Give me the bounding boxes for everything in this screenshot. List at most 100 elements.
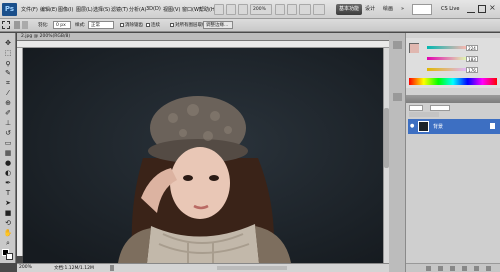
menu-file[interactable]: 文件(F) bbox=[21, 6, 38, 13]
document-tab[interactable]: 2.jpg @ 200%(RGB/8) bbox=[17, 33, 389, 41]
menu-view[interactable]: 视图(V) bbox=[163, 6, 180, 13]
workspace-more-icon[interactable]: » bbox=[398, 4, 407, 15]
status-arrow-icon[interactable] bbox=[110, 265, 114, 271]
history-panel-icon[interactable] bbox=[393, 41, 402, 49]
red-slider[interactable] bbox=[427, 46, 467, 49]
hand-tool-button[interactable] bbox=[275, 4, 285, 15]
workspace-design[interactable]: 设计 bbox=[362, 4, 378, 15]
contiguous-checkbox[interactable]: 连续 bbox=[146, 22, 160, 28]
opacity-input[interactable] bbox=[430, 105, 450, 111]
3d-rotate-tool-icon[interactable]: ⟲ bbox=[3, 219, 13, 227]
extras-button[interactable] bbox=[238, 4, 248, 15]
horizontal-ruler bbox=[17, 41, 389, 48]
dodge-tool-icon[interactable]: ◐ bbox=[3, 169, 13, 177]
history-brush-tool-icon[interactable]: ↺ bbox=[3, 129, 13, 137]
screen-mode-button[interactable] bbox=[313, 4, 325, 15]
delete-layer-icon[interactable] bbox=[486, 266, 491, 271]
blue-slider[interactable] bbox=[427, 68, 467, 71]
collapsed-panel-strip bbox=[389, 33, 406, 272]
new-layer-icon[interactable] bbox=[474, 266, 479, 271]
blue-value[interactable]: 176 bbox=[466, 67, 478, 73]
hand-tool-icon[interactable]: ✋ bbox=[3, 229, 13, 237]
refine-edge-button[interactable]: 调整边缘... bbox=[203, 21, 233, 29]
style-label: 样式: bbox=[75, 23, 86, 28]
gradient-tool-icon[interactable]: ▦ bbox=[3, 149, 13, 157]
options-bar: 羽化: 0 px 样式: 正常 消除锯齿 连续 对所有图层取样 调整边缘... bbox=[0, 19, 500, 32]
blur-tool-icon[interactable]: ● bbox=[3, 159, 13, 167]
lock-icon bbox=[490, 123, 495, 129]
color-swatch-fill bbox=[410, 44, 419, 53]
path-select-tool-icon[interactable]: ➤ bbox=[3, 199, 13, 207]
layer-row-background[interactable]: ● 背景 bbox=[408, 119, 500, 134]
menu-layer[interactable]: 图层(L) bbox=[76, 6, 93, 13]
move-tool-icon[interactable]: ✥ bbox=[3, 39, 13, 47]
zoom-tool-icon[interactable]: ⌕ bbox=[3, 239, 13, 247]
layer-mask-icon[interactable] bbox=[450, 266, 455, 271]
eraser-tool-icon[interactable]: ▭ bbox=[3, 139, 13, 147]
brush-tool-icon[interactable]: ✐ bbox=[3, 109, 13, 117]
mini-bridge-button[interactable] bbox=[226, 4, 236, 15]
pen-tool-icon[interactable]: ✒ bbox=[3, 179, 13, 187]
lock-controls[interactable] bbox=[409, 112, 439, 117]
document-tab-label: 2.jpg @ 200%(RGB/8) bbox=[21, 34, 71, 39]
type-tool-icon[interactable]: T bbox=[3, 189, 13, 197]
document-canvas[interactable] bbox=[23, 48, 383, 263]
eyedropper-tool-icon[interactable]: ⁄ bbox=[3, 89, 13, 97]
rotate-view-button[interactable] bbox=[287, 4, 297, 15]
adjustment-layer-icon[interactable] bbox=[462, 266, 467, 271]
zoom-level-select[interactable]: 200% bbox=[250, 4, 272, 15]
zoom-readout[interactable]: 200% bbox=[19, 265, 32, 270]
clone-stamp-tool-icon[interactable]: ⊥ bbox=[3, 119, 13, 127]
red-value[interactable]: 224 bbox=[466, 45, 478, 51]
cs-live-button[interactable]: CS Live bbox=[438, 4, 462, 15]
close-icon[interactable]: × bbox=[489, 3, 496, 12]
menu-analysis[interactable]: 分析(A) bbox=[129, 6, 146, 13]
horizontal-scrollbar[interactable] bbox=[217, 266, 287, 270]
menu-bar: Ps 文件(F) 编辑(E) 图像(I) 图层(L) 选择(S) 滤镜(T) 分… bbox=[0, 0, 500, 19]
maximize-icon[interactable] bbox=[478, 5, 486, 13]
green-slider[interactable] bbox=[427, 57, 467, 60]
menu-edit[interactable]: 编辑(E) bbox=[40, 6, 57, 13]
green-value[interactable]: 183 bbox=[466, 56, 478, 62]
selection-mode-icon[interactable] bbox=[14, 21, 20, 29]
style-select[interactable]: 正常 bbox=[88, 21, 114, 29]
crop-tool-icon[interactable]: ⌗ bbox=[3, 79, 13, 87]
photoshop-logo-icon: Ps bbox=[2, 3, 17, 16]
minimize-icon[interactable] bbox=[467, 5, 475, 13]
layers-panel-header bbox=[406, 95, 500, 103]
bridge-button[interactable] bbox=[214, 4, 224, 15]
color-ramp[interactable] bbox=[409, 78, 497, 85]
tools-panel: ✥ ⬚ ϙ ✎ ⌗ ⁄ ⊕ ✐ ⊥ ↺ ▭ ▦ ● ◐ ✒ T ➤ ■ ⟲ ✋ … bbox=[0, 33, 16, 263]
photo-girl-in-knit-hat bbox=[23, 48, 383, 263]
antialias-checkbox[interactable]: 消除锯齿 bbox=[120, 22, 143, 28]
blend-mode-select[interactable] bbox=[409, 105, 423, 111]
menu-filter[interactable]: 滤镜(T) bbox=[111, 6, 128, 13]
add-selection-icon[interactable] bbox=[22, 21, 28, 29]
background-color-swatch[interactable] bbox=[6, 253, 13, 260]
menu-select[interactable]: 选择(S) bbox=[93, 6, 110, 13]
menu-3d[interactable]: 3D(D) bbox=[146, 6, 161, 12]
link-layers-icon[interactable] bbox=[426, 266, 431, 271]
quick-select-tool-icon[interactable]: ✎ bbox=[3, 69, 13, 77]
marquee-tool-icon[interactable]: ⬚ bbox=[3, 49, 13, 57]
sample-all-checkbox[interactable]: 对所有图层取样 bbox=[170, 22, 207, 28]
layer-style-icon[interactable] bbox=[438, 266, 443, 271]
layers-panel-footer bbox=[406, 263, 500, 272]
marquee-preset-icon[interactable] bbox=[2, 21, 10, 29]
visibility-eye-icon[interactable]: ● bbox=[410, 123, 415, 129]
layer-name[interactable]: 背景 bbox=[433, 123, 443, 130]
search-field[interactable] bbox=[412, 4, 432, 15]
adjustments-panel-icon[interactable] bbox=[393, 93, 402, 101]
shape-tool-icon[interactable]: ■ bbox=[3, 209, 13, 217]
menu-image[interactable]: 图像(I) bbox=[58, 6, 73, 13]
healing-brush-tool-icon[interactable]: ⊕ bbox=[3, 99, 13, 107]
feather-input[interactable]: 0 px bbox=[53, 21, 71, 29]
layer-thumbnail bbox=[418, 121, 429, 132]
workspace-essentials[interactable]: 基本功能 bbox=[336, 4, 363, 15]
arrange-documents-button[interactable] bbox=[299, 4, 311, 15]
feather-label: 羽化: bbox=[38, 23, 49, 28]
lasso-tool-icon[interactable]: ϙ bbox=[3, 59, 13, 67]
workspace-painting[interactable]: 绘画 bbox=[380, 4, 396, 15]
status-bar: 200% 文档:1.12M/1.12M bbox=[17, 263, 389, 272]
document-size: 文档:1.12M/1.12M bbox=[54, 266, 94, 271]
